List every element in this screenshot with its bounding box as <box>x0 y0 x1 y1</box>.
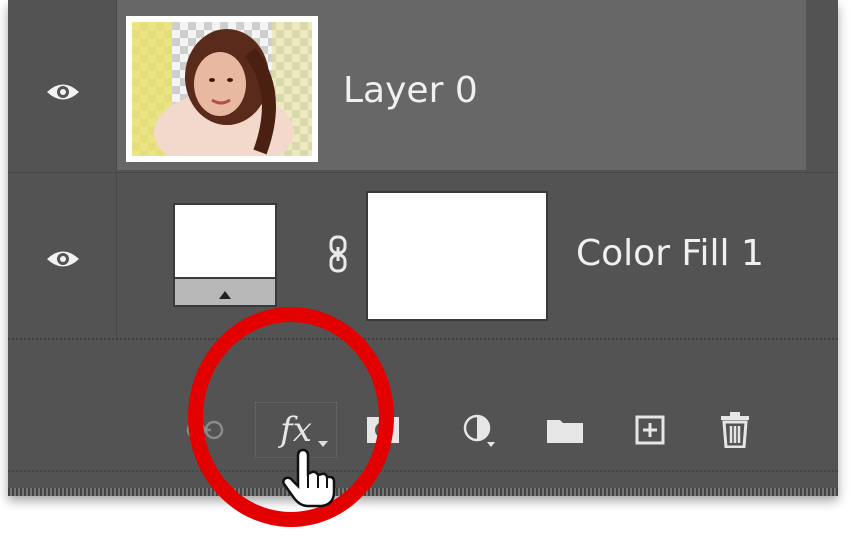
layer-row-color-fill-1[interactable]: Color Fill 1 <box>8 172 838 338</box>
fill-layer-thumbnail[interactable] <box>173 203 277 307</box>
chain-link-icon[interactable] <box>326 235 350 273</box>
adjustment-layer-button[interactable] <box>456 402 502 458</box>
layer-row-layer-0[interactable]: Layer 0 <box>8 0 838 170</box>
empty-layers-area <box>8 338 838 392</box>
new-group-button[interactable] <box>542 402 588 458</box>
new-group-icon <box>547 420 583 443</box>
layer-mask-thumbnail[interactable] <box>366 191 548 321</box>
visibility-cell[interactable] <box>8 0 117 170</box>
delete-layer-icon <box>721 412 749 448</box>
layer-name[interactable]: Color Fill 1 <box>576 233 764 274</box>
selection-corner-brackets <box>126 16 318 162</box>
layer-thumbnail[interactable] <box>126 16 318 162</box>
hand-cursor-icon <box>282 448 336 508</box>
panel-bottom-edge <box>8 488 838 496</box>
layer-name[interactable]: Layer 0 <box>343 70 478 111</box>
panel-divider <box>8 470 838 473</box>
eye-icon[interactable] <box>45 248 81 270</box>
new-layer-icon <box>635 415 665 445</box>
new-layer-button[interactable] <box>627 402 673 458</box>
layers-toolbar: fx <box>8 390 838 470</box>
delete-layer-button[interactable] <box>712 402 758 458</box>
adjustment-layer-icon <box>463 414 495 447</box>
eye-icon[interactable] <box>45 81 81 103</box>
layers-panel: Layer 0 Color Fill 1 fx <box>8 0 838 495</box>
row-right-gutter <box>806 0 838 170</box>
visibility-cell[interactable] <box>8 173 117 338</box>
fill-thumbnail-marker <box>219 291 231 299</box>
